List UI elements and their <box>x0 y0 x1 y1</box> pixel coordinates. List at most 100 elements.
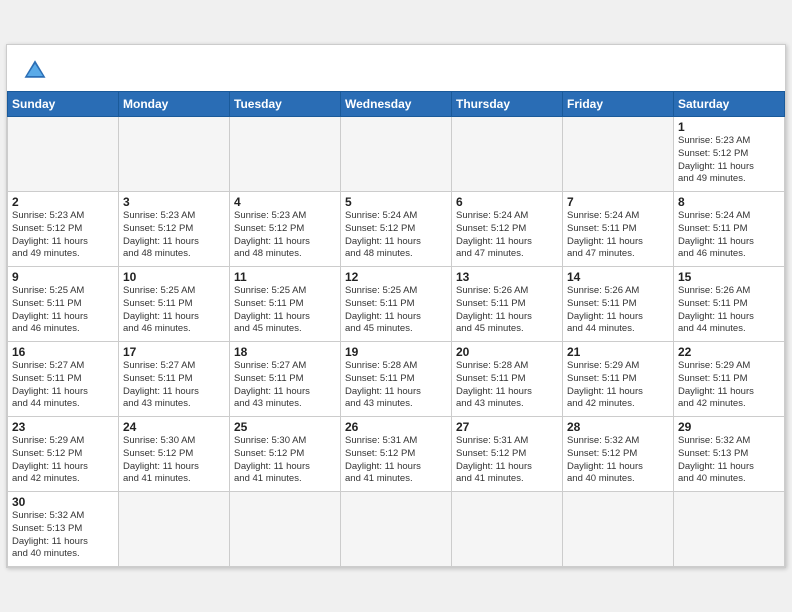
calendar-day-cell <box>563 117 674 192</box>
day-info: Sunrise: 5:30 AM Sunset: 5:12 PM Dayligh… <box>234 435 336 486</box>
calendar-day-cell: 30Sunrise: 5:32 AM Sunset: 5:13 PM Dayli… <box>8 492 119 567</box>
day-info: Sunrise: 5:24 AM Sunset: 5:12 PM Dayligh… <box>456 210 558 261</box>
calendar-day-cell: 20Sunrise: 5:28 AM Sunset: 5:11 PM Dayli… <box>452 342 563 417</box>
calendar-day-cell <box>341 492 452 567</box>
calendar-day-cell <box>230 117 341 192</box>
calendar-day-cell <box>8 117 119 192</box>
day-number: 28 <box>567 420 669 434</box>
calendar-week-row: 2 Sunrise: 5:23 AM Sunset: 5:12 PM Daylig… <box>8 192 785 267</box>
calendar-day-cell: 17Sunrise: 5:27 AM Sunset: 5:11 PM Dayli… <box>119 342 230 417</box>
calendar-day-cell: 24Sunrise: 5:30 AM Sunset: 5:12 PM Dayli… <box>119 417 230 492</box>
calendar-day-cell <box>230 492 341 567</box>
day-number: 16 <box>12 345 114 359</box>
day-number: 27 <box>456 420 558 434</box>
day-number: 18 <box>234 345 336 359</box>
day-info: Sunrise: 5:29 AM Sunset: 5:11 PM Dayligh… <box>567 360 669 411</box>
calendar-day-cell: 26Sunrise: 5:31 AM Sunset: 5:12 PM Dayli… <box>341 417 452 492</box>
day-header-saturday: Saturday <box>674 92 785 117</box>
day-number: 13 <box>456 270 558 284</box>
calendar-day-cell: 22Sunrise: 5:29 AM Sunset: 5:11 PM Dayli… <box>674 342 785 417</box>
day-number: 5 <box>345 195 447 209</box>
calendar-day-cell: 27Sunrise: 5:31 AM Sunset: 5:12 PM Dayli… <box>452 417 563 492</box>
day-info: Sunrise: 5:25 AM Sunset: 5:11 PM Dayligh… <box>12 285 114 336</box>
day-info: Sunrise: 5:27 AM Sunset: 5:11 PM Dayligh… <box>234 360 336 411</box>
day-info: Sunrise: 5:23 AM Sunset: 5:12 PM Dayligh… <box>678 135 780 186</box>
day-number: 23 <box>12 420 114 434</box>
calendar-day-cell <box>452 117 563 192</box>
day-info: Sunrise: 5:24 AM Sunset: 5:11 PM Dayligh… <box>567 210 669 261</box>
calendar-day-cell: 5Sunrise: 5:24 AM Sunset: 5:12 PM Daylig… <box>341 192 452 267</box>
calendar-week-row: 1Sunrise: 5:23 AM Sunset: 5:12 PM Daylig… <box>8 117 785 192</box>
calendar-week-row: 30Sunrise: 5:32 AM Sunset: 5:13 PM Dayli… <box>8 492 785 567</box>
calendar-day-cell: 29Sunrise: 5:32 AM Sunset: 5:13 PM Dayli… <box>674 417 785 492</box>
calendar-day-cell: 3Sunrise: 5:23 AM Sunset: 5:12 PM Daylig… <box>119 192 230 267</box>
day-header-friday: Friday <box>563 92 674 117</box>
calendar-day-cell: 12Sunrise: 5:25 AM Sunset: 5:11 PM Dayli… <box>341 267 452 342</box>
calendar-week-row: 23Sunrise: 5:29 AM Sunset: 5:12 PM Dayli… <box>8 417 785 492</box>
calendar-day-cell: 25Sunrise: 5:30 AM Sunset: 5:12 PM Dayli… <box>230 417 341 492</box>
day-number: 10 <box>123 270 225 284</box>
day-number: 26 <box>345 420 447 434</box>
calendar-day-cell: 23Sunrise: 5:29 AM Sunset: 5:12 PM Dayli… <box>8 417 119 492</box>
calendar-day-cell: 18Sunrise: 5:27 AM Sunset: 5:11 PM Dayli… <box>230 342 341 417</box>
day-header-thursday: Thursday <box>452 92 563 117</box>
day-number: 20 <box>456 345 558 359</box>
day-info: Sunrise: 5:23 AM Sunset: 5:12 PM Dayligh… <box>123 210 225 261</box>
calendar-day-cell: 9Sunrise: 5:25 AM Sunset: 5:11 PM Daylig… <box>8 267 119 342</box>
calendar-body: 1Sunrise: 5:23 AM Sunset: 5:12 PM Daylig… <box>8 117 785 567</box>
day-info: Sunrise: 5:28 AM Sunset: 5:11 PM Dayligh… <box>456 360 558 411</box>
calendar-day-cell: 11Sunrise: 5:25 AM Sunset: 5:11 PM Dayli… <box>230 267 341 342</box>
day-number: 22 <box>678 345 780 359</box>
day-header-sunday: Sunday <box>8 92 119 117</box>
day-header-wednesday: Wednesday <box>341 92 452 117</box>
day-number: 8 <box>678 195 780 209</box>
day-info: Sunrise: 5:28 AM Sunset: 5:11 PM Dayligh… <box>345 360 447 411</box>
day-number: 15 <box>678 270 780 284</box>
calendar-day-cell: 13Sunrise: 5:26 AM Sunset: 5:11 PM Dayli… <box>452 267 563 342</box>
day-info: Sunrise: 5:32 AM Sunset: 5:13 PM Dayligh… <box>12 510 114 561</box>
day-number: 29 <box>678 420 780 434</box>
calendar-week-row: 9Sunrise: 5:25 AM Sunset: 5:11 PM Daylig… <box>8 267 785 342</box>
day-number: 21 <box>567 345 669 359</box>
day-info: Sunrise: 5:31 AM Sunset: 5:12 PM Dayligh… <box>456 435 558 486</box>
day-info: Sunrise: 5:29 AM Sunset: 5:12 PM Dayligh… <box>12 435 114 486</box>
calendar-day-cell: 19Sunrise: 5:28 AM Sunset: 5:11 PM Dayli… <box>341 342 452 417</box>
day-number: 9 <box>12 270 114 284</box>
calendar-week-row: 16Sunrise: 5:27 AM Sunset: 5:11 PM Dayli… <box>8 342 785 417</box>
calendar-day-cell <box>563 492 674 567</box>
day-number: 14 <box>567 270 669 284</box>
day-number: 11 <box>234 270 336 284</box>
calendar-day-cell: 1Sunrise: 5:23 AM Sunset: 5:12 PM Daylig… <box>674 117 785 192</box>
day-number: 17 <box>123 345 225 359</box>
calendar-day-cell: 10Sunrise: 5:25 AM Sunset: 5:11 PM Dayli… <box>119 267 230 342</box>
calendar-day-cell: 2Sunrise: 5:23 AM Sunset: 5:12 PM Daylig… <box>8 192 119 267</box>
day-number: 3 <box>123 195 225 209</box>
day-info: Sunrise: 5:24 AM Sunset: 5:11 PM Dayligh… <box>678 210 780 261</box>
calendar-day-cell: 8Sunrise: 5:24 AM Sunset: 5:11 PM Daylig… <box>674 192 785 267</box>
calendar-day-cell: 28Sunrise: 5:32 AM Sunset: 5:12 PM Dayli… <box>563 417 674 492</box>
day-number: 6 <box>456 195 558 209</box>
day-number: 25 <box>234 420 336 434</box>
day-info: Sunrise: 5:26 AM Sunset: 5:11 PM Dayligh… <box>567 285 669 336</box>
calendar-day-cell <box>341 117 452 192</box>
day-info: Sunrise: 5:29 AM Sunset: 5:11 PM Dayligh… <box>678 360 780 411</box>
calendar-header <box>7 45 785 91</box>
day-info: Sunrise: 5:26 AM Sunset: 5:11 PM Dayligh… <box>678 285 780 336</box>
calendar-day-cell <box>119 492 230 567</box>
day-number: 30 <box>12 495 114 509</box>
calendar-day-cell: 21Sunrise: 5:29 AM Sunset: 5:11 PM Dayli… <box>563 342 674 417</box>
calendar-table: SundayMondayTuesdayWednesdayThursdayFrid… <box>7 91 785 567</box>
calendar-day-cell: 16Sunrise: 5:27 AM Sunset: 5:11 PM Dayli… <box>8 342 119 417</box>
day-info: Sunrise: 5:30 AM Sunset: 5:12 PM Dayligh… <box>123 435 225 486</box>
day-info: Sunrise: 5:27 AM Sunset: 5:11 PM Dayligh… <box>12 360 114 411</box>
day-info: Sunrise: 5:26 AM Sunset: 5:11 PM Dayligh… <box>456 285 558 336</box>
day-number: 2 <box>12 195 114 209</box>
day-info: Sunrise: 5:23 AM Sunset: 5:12 PM Dayligh… <box>234 210 336 261</box>
day-info: Sunrise: 5:25 AM Sunset: 5:11 PM Dayligh… <box>123 285 225 336</box>
logo-icon <box>21 55 49 83</box>
day-info: Sunrise: 5:25 AM Sunset: 5:11 PM Dayligh… <box>345 285 447 336</box>
calendar-day-cell: 6Sunrise: 5:24 AM Sunset: 5:12 PM Daylig… <box>452 192 563 267</box>
day-info: Sunrise: 5:24 AM Sunset: 5:12 PM Dayligh… <box>345 210 447 261</box>
day-number: 12 <box>345 270 447 284</box>
calendar-day-cell <box>452 492 563 567</box>
